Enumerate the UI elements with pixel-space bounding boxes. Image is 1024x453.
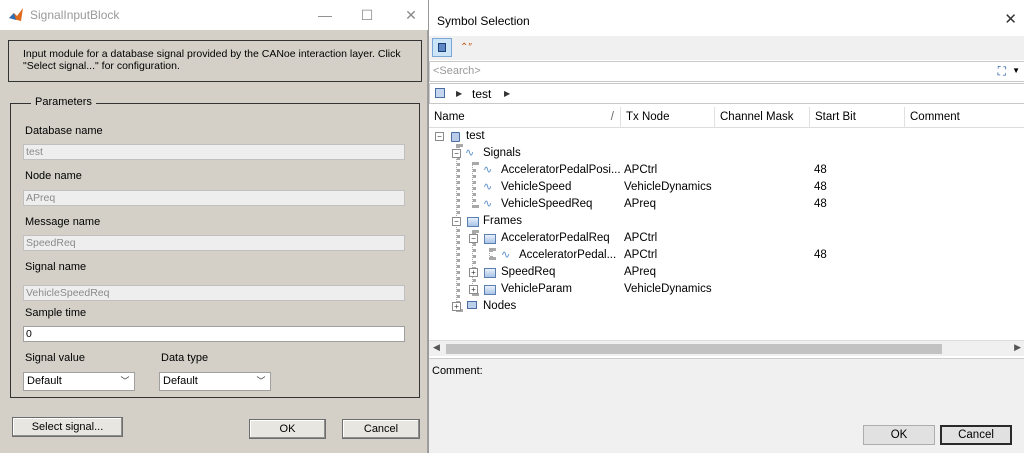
signal-icon: ∿	[483, 164, 493, 176]
scroll-right-icon[interactable]: ▶	[1014, 342, 1021, 353]
dialog-footer: OK Cancel	[429, 418, 1024, 453]
signal-input-block-window: SignalInputBlock — ☐ ✕ Input module for …	[0, 0, 428, 453]
node-icon	[467, 301, 477, 309]
chevron-down-icon[interactable]: ▼	[1012, 66, 1020, 75]
left-window-title: SignalInputBlock	[30, 8, 120, 22]
tree-row-signal[interactable]: ∿ VehicleSpeedReq APreq 48	[429, 196, 1024, 213]
horizontal-scrollbar[interactable]: ◀ ▶	[429, 340, 1024, 356]
column-start-bit[interactable]: Start Bit	[810, 107, 905, 128]
data-type-label: Data type	[161, 352, 209, 364]
signal-icon: ∿	[483, 198, 493, 210]
signal-value-label: Signal value	[25, 352, 85, 364]
minimize-icon[interactable]: —	[310, 4, 340, 26]
tree-row-signal[interactable]: ∿ AcceleratorPedal... APCtrl 48	[429, 247, 1024, 264]
tree-row-signal[interactable]: ∿ VehicleSpeed VehicleDynamics 48	[429, 179, 1024, 196]
scrollbar-thumb[interactable]	[446, 344, 942, 354]
chevron-down-icon: ﹀	[256, 376, 266, 386]
collapse-icon[interactable]: −	[452, 217, 461, 226]
frame-icon	[467, 217, 479, 227]
signal-icon: ∿	[483, 181, 493, 193]
sample-time-label: Sample time	[25, 307, 87, 319]
search-input[interactable]: <Search>	[433, 65, 481, 77]
comment-label: Comment:	[432, 365, 483, 377]
sort-indicator-icon: /	[610, 111, 614, 123]
expand-icon[interactable]: +	[452, 302, 461, 311]
toolbar: ⌃″	[429, 36, 1024, 60]
frame-icon	[484, 268, 496, 278]
column-header: Name / Tx Node Channel Mask Start Bit Co…	[429, 107, 1024, 128]
tree-row-test[interactable]: − test	[429, 128, 1024, 145]
ok-button[interactable]: OK	[863, 425, 935, 445]
column-name[interactable]: Name /	[429, 107, 621, 128]
database-icon	[435, 88, 445, 98]
signal-name-field: VehicleSpeedReq	[23, 285, 405, 301]
left-titlebar: SignalInputBlock — ☐ ✕	[0, 0, 428, 30]
column-channel-mask[interactable]: Channel Mask	[715, 107, 810, 128]
symbol-tree: − test − ∿ Signals ∿ AcceleratorPedalPos…	[429, 128, 1024, 340]
database-name-label: Database name	[25, 125, 103, 137]
chevron-down-icon: ﹀	[120, 376, 130, 386]
expand-icon[interactable]: +	[469, 285, 478, 294]
tree-row-frame[interactable]: − AcceleratorPedalReq APCtrl	[429, 230, 1024, 247]
signal-value-selected: Default	[27, 375, 62, 387]
tree-row-nodes[interactable]: + Nodes	[429, 298, 1024, 315]
collapse-icon[interactable]: −	[452, 149, 461, 158]
binoculars-icon[interactable]: ⛶	[998, 64, 1006, 79]
database-icon	[451, 132, 460, 142]
signal-value-select[interactable]: Default ﹀	[23, 372, 135, 391]
tree-row-signal[interactable]: ∿ AcceleratorPedalPosi... APCtrl 48	[429, 162, 1024, 179]
select-signal-button[interactable]: Select signal...	[12, 417, 123, 437]
ok-button[interactable]: OK	[249, 419, 326, 439]
expand-icon[interactable]: +	[469, 268, 478, 277]
frame-icon	[484, 285, 496, 295]
tree-row-frames[interactable]: − Frames	[429, 213, 1024, 230]
breadcrumb: ▶ test ▶	[429, 83, 1024, 104]
signal-icon: ∿	[465, 147, 475, 159]
close-icon[interactable]: ✕	[396, 4, 426, 26]
collapse-icon[interactable]: −	[435, 132, 444, 141]
matlab-icon	[9, 8, 23, 21]
database-view-icon[interactable]	[432, 38, 452, 57]
sort-icon[interactable]: ⌃″	[456, 38, 476, 57]
node-name-label: Node name	[25, 170, 82, 182]
description-text: Input module for a database signal provi…	[8, 40, 422, 82]
database-name-field: test	[23, 144, 405, 160]
comment-panel: Comment:	[429, 358, 1024, 418]
frame-icon	[484, 234, 496, 244]
data-type-select[interactable]: Default ﹀	[159, 372, 271, 391]
signal-name-label: Signal name	[25, 261, 87, 273]
right-window-title: Symbol Selection	[437, 14, 530, 28]
tree-row-frame[interactable]: + VehicleParam VehicleDynamics	[429, 281, 1024, 298]
symbol-selection-window: Symbol Selection ✕ ⌃″ <Search> ⛶ ▼ ▶ tes…	[428, 0, 1024, 453]
chevron-right-icon[interactable]: ▶	[504, 86, 510, 102]
node-name-field: APreq	[23, 190, 405, 206]
tree-row-frame[interactable]: + SpeedReq APreq	[429, 264, 1024, 281]
tree-row-signals[interactable]: − ∿ Signals	[429, 145, 1024, 162]
message-name-label: Message name	[25, 216, 101, 228]
cancel-button[interactable]: Cancel	[342, 419, 420, 439]
column-comment[interactable]: Comment	[905, 107, 1005, 128]
message-name-field: SpeedReq	[23, 235, 405, 251]
maximize-icon[interactable]: ☐	[352, 4, 382, 26]
collapse-icon[interactable]: −	[469, 234, 478, 243]
scroll-left-icon[interactable]: ◀	[433, 342, 440, 353]
close-icon[interactable]: ✕	[1004, 10, 1017, 28]
signal-icon: ∿	[501, 249, 511, 261]
column-tx-node[interactable]: Tx Node	[621, 107, 715, 128]
search-bar[interactable]: <Search> ⛶ ▼	[429, 61, 1024, 82]
cancel-button[interactable]: Cancel	[940, 425, 1012, 445]
chevron-right-icon[interactable]: ▶	[456, 86, 462, 102]
sample-time-input[interactable]: 0	[23, 326, 405, 342]
parameters-group: Parameters Database name test Node name …	[10, 96, 420, 398]
data-type-selected: Default	[163, 375, 198, 387]
breadcrumb-item-test[interactable]: test	[472, 87, 491, 101]
parameters-legend: Parameters	[31, 96, 96, 108]
right-titlebar: Symbol Selection ✕	[429, 0, 1024, 34]
